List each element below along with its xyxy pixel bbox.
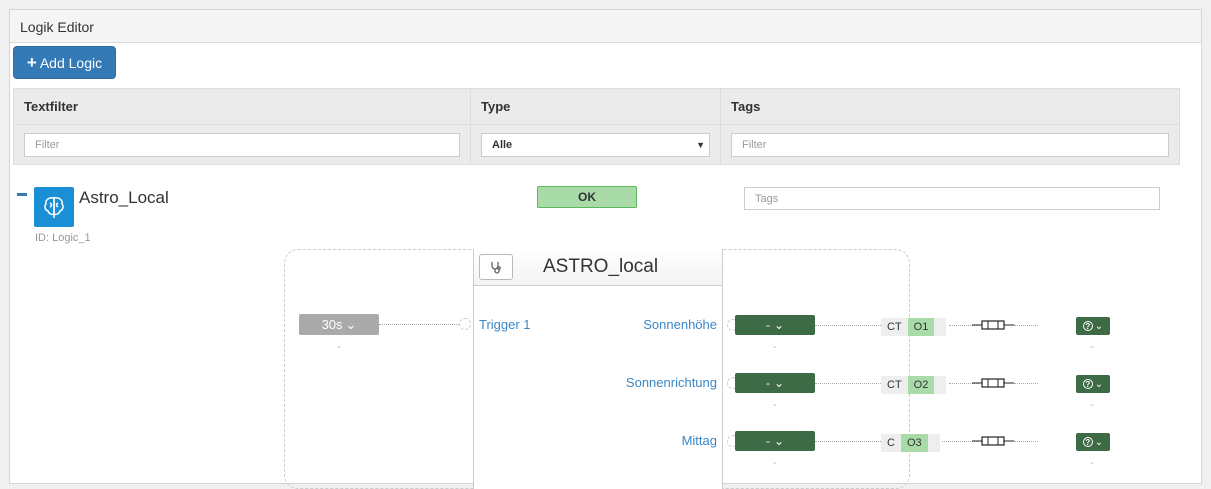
status-badge: OK bbox=[537, 186, 637, 208]
help-sub: - bbox=[1090, 399, 1094, 411]
chevron-down-icon: ⌄ bbox=[1094, 320, 1104, 332]
output-value-button[interactable]: - ⌄ bbox=[735, 315, 815, 335]
question-icon: ? bbox=[1082, 321, 1093, 331]
output-port-tag: C O3 bbox=[881, 434, 940, 452]
add-logic-button[interactable]: + Add Logic bbox=[13, 46, 116, 79]
logic-tags-input[interactable]: Tags bbox=[744, 187, 1160, 210]
output-help-button[interactable]: ? ⌄ bbox=[1076, 317, 1110, 335]
port-name: O1 bbox=[907, 318, 935, 336]
output-port-tag: CT O2 bbox=[881, 376, 947, 394]
output-value: - bbox=[765, 318, 770, 332]
trigger-connector bbox=[379, 324, 467, 325]
output-sub: - bbox=[773, 341, 777, 353]
trigger-interval-button[interactable]: 30s ⌄ bbox=[299, 314, 379, 335]
output-connector bbox=[815, 325, 881, 326]
block-input-trigger-1[interactable]: Trigger 1 bbox=[479, 317, 531, 332]
port-type: CT bbox=[887, 321, 902, 333]
resistor-icon bbox=[972, 320, 1014, 330]
trigger-sub: - bbox=[337, 341, 341, 353]
text-filter-input[interactable]: Filter bbox=[24, 132, 460, 157]
output-connector bbox=[815, 383, 881, 384]
port-type: CT bbox=[887, 379, 902, 391]
logic-block: ASTRO_local Trigger 1 Sonnenhöhe Sonnenr… bbox=[473, 249, 723, 489]
block-output-mittag[interactable]: Mittag bbox=[682, 433, 717, 448]
tags-header: Tags bbox=[731, 99, 761, 114]
output-sub: - bbox=[773, 399, 777, 411]
panel-title: Logik Editor bbox=[10, 10, 1201, 43]
input-port[interactable] bbox=[459, 318, 471, 330]
output-value-button[interactable]: - ⌄ bbox=[735, 431, 815, 451]
question-icon: ? bbox=[1082, 437, 1093, 447]
output-help-button[interactable]: ? ⌄ bbox=[1076, 433, 1110, 451]
type-select[interactable]: Alle ▼ bbox=[481, 132, 710, 157]
tags-filter-input[interactable]: Filter bbox=[731, 132, 1169, 157]
output-connector bbox=[1014, 441, 1038, 442]
brain-icon bbox=[34, 187, 74, 227]
caret-down-icon: ▼ bbox=[696, 139, 705, 150]
output-port-tag: CT O1 bbox=[881, 318, 947, 336]
plus-icon: + bbox=[26, 53, 37, 72]
collapse-toggle[interactable] bbox=[17, 193, 27, 196]
output-connector bbox=[1014, 383, 1038, 384]
chevron-down-icon: ⌄ bbox=[773, 318, 785, 332]
chevron-down-icon: ⌄ bbox=[345, 316, 357, 332]
question-icon: ? bbox=[1082, 379, 1093, 389]
port-name: O2 bbox=[907, 376, 935, 394]
textfilter-header: Textfilter bbox=[14, 89, 471, 124]
logic-name: Astro_Local bbox=[79, 188, 169, 207]
output-connector bbox=[1014, 325, 1038, 326]
output-value: - bbox=[765, 376, 770, 390]
trigger-interval-label: 30s bbox=[321, 317, 343, 332]
help-sub: - bbox=[1090, 341, 1094, 353]
resistor-icon bbox=[972, 378, 1014, 388]
type-select-value: Alle bbox=[492, 138, 513, 151]
logic-id: ID: Logic_1 bbox=[35, 232, 91, 244]
output-connector bbox=[815, 441, 881, 442]
stethoscope-icon bbox=[491, 262, 501, 274]
port-name: O3 bbox=[900, 434, 928, 452]
type-header: Type bbox=[471, 89, 721, 124]
resistor-icon bbox=[972, 436, 1014, 446]
output-help-button[interactable]: ? ⌄ bbox=[1076, 375, 1110, 393]
chevron-down-icon: ⌄ bbox=[1094, 436, 1104, 448]
port-type: C bbox=[887, 437, 895, 449]
block-output-sonnenrichtung[interactable]: Sonnenrichtung bbox=[626, 375, 717, 390]
filter-table: Textfilter Type Tags Filter Alle ▼ Filte… bbox=[13, 88, 1180, 165]
chevron-down-icon: ⌄ bbox=[773, 434, 785, 448]
chevron-down-icon: ⌄ bbox=[773, 376, 785, 390]
chevron-down-icon: ⌄ bbox=[1094, 378, 1104, 390]
output-value: - bbox=[765, 434, 770, 448]
block-title: ASTRO_local bbox=[543, 256, 659, 277]
help-sub: - bbox=[1090, 457, 1094, 469]
block-debug-button[interactable] bbox=[479, 254, 513, 280]
output-sub: - bbox=[773, 457, 777, 469]
add-logic-label: Add Logic bbox=[39, 54, 103, 71]
output-value-button[interactable]: - ⌄ bbox=[735, 373, 815, 393]
block-output-sonnenhoehe[interactable]: Sonnenhöhe bbox=[643, 317, 717, 332]
